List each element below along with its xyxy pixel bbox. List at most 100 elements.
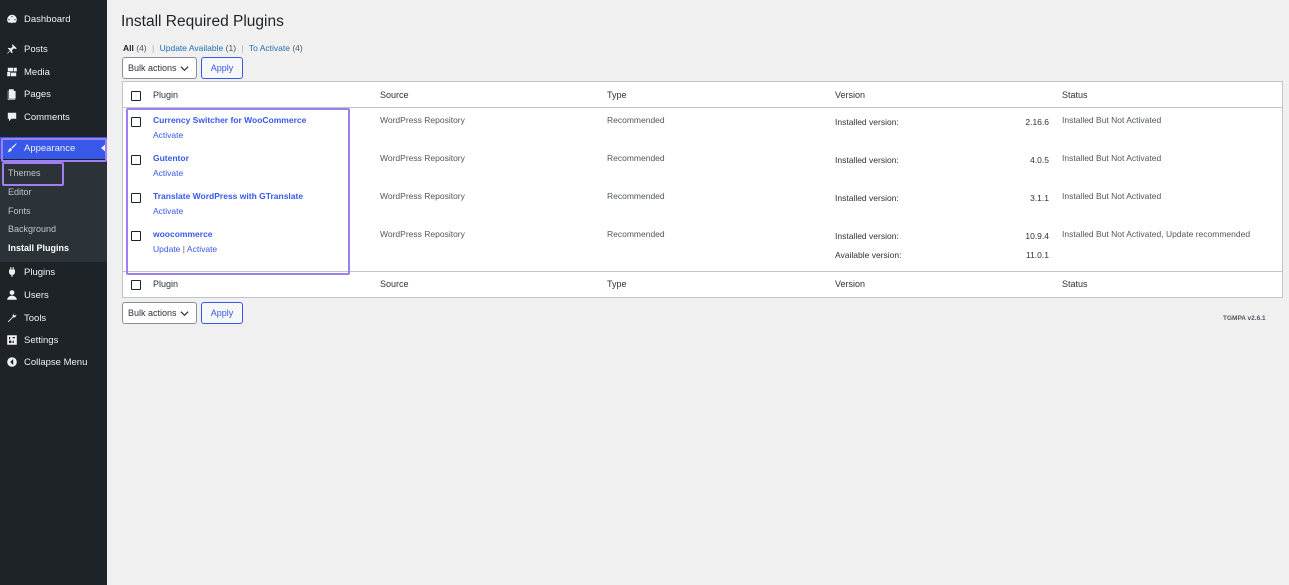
bulk-actions-label: Bulk actions bbox=[128, 63, 177, 73]
pushpin-icon bbox=[0, 38, 24, 60]
sidebar-item-users[interactable]: Users bbox=[0, 284, 107, 306]
action-separator: | bbox=[182, 244, 186, 254]
settings-icon bbox=[0, 329, 24, 351]
sidebar-item-dashboard[interactable]: Dashboard bbox=[0, 8, 107, 30]
column-header-plugin[interactable]: Plugin bbox=[153, 90, 178, 100]
column-header-source: Source bbox=[380, 90, 409, 100]
sidebar-item-label: Settings bbox=[24, 334, 59, 346]
row-checkbox[interactable] bbox=[131, 231, 141, 241]
sidebar-item-collapse-menu[interactable]: Collapse Menu bbox=[0, 351, 107, 373]
table-header: Plugin Source Type Version Status bbox=[123, 82, 1282, 108]
submenu-item-fonts[interactable]: Fonts bbox=[8, 206, 31, 216]
installed-version-label: Installed version: bbox=[835, 155, 899, 165]
table-footer: Plugin Source Type Version Status bbox=[123, 271, 1282, 297]
filter-update-available[interactable]: Update Available bbox=[160, 43, 224, 53]
plugins-table: Plugin Source Type Version Status Curren… bbox=[122, 81, 1283, 298]
submenu-item-editor[interactable]: Editor bbox=[8, 187, 32, 197]
filter-activate-count: (4) bbox=[292, 43, 303, 53]
sidebar-item-label: Users bbox=[24, 289, 49, 301]
installed-version-label: Installed version: bbox=[835, 117, 899, 127]
row-checkbox[interactable] bbox=[131, 193, 141, 203]
plugin-status: Installed But Not Activated bbox=[1062, 153, 1162, 163]
dashboard-icon bbox=[0, 8, 24, 30]
installed-version-label: Installed version: bbox=[835, 231, 899, 241]
available-version-value: 11.0.1 bbox=[1025, 250, 1049, 260]
table-row: Gutentor Activate WordPress Repository R… bbox=[123, 146, 1282, 184]
plugin-source: WordPress Repository bbox=[380, 191, 465, 201]
sidebar-item-media[interactable]: Media bbox=[0, 61, 107, 83]
plugin-name[interactable]: woocommerce bbox=[153, 229, 213, 239]
filter-update-count: (1) bbox=[225, 43, 237, 53]
sidebar-item-label: Appearance bbox=[24, 142, 76, 154]
comment-icon bbox=[0, 106, 24, 128]
column-footer-plugin[interactable]: Plugin bbox=[153, 279, 178, 289]
sidebar-item-plugins[interactable]: Plugins bbox=[0, 261, 107, 283]
plugin-name[interactable]: Gutentor bbox=[153, 153, 189, 163]
column-footer-status: Status bbox=[1062, 279, 1088, 289]
chevron-down-icon bbox=[180, 64, 189, 73]
filter-to-activate[interactable]: To Activate bbox=[249, 43, 290, 53]
select-all-checkbox-footer[interactable] bbox=[131, 280, 141, 290]
apply-button-top[interactable]: Apply bbox=[201, 57, 243, 79]
plugin-source: WordPress Repository bbox=[380, 153, 465, 163]
paintbrush-icon bbox=[0, 137, 24, 159]
activate-link[interactable]: Activate bbox=[153, 130, 183, 140]
sidebar-item-settings[interactable]: Settings bbox=[0, 329, 107, 351]
available-version-label: Available version: bbox=[835, 250, 902, 260]
column-footer-type: Type bbox=[607, 279, 627, 289]
apply-button-bottom[interactable]: Apply bbox=[201, 302, 243, 324]
sidebar-item-label: Posts bbox=[24, 43, 48, 55]
sidebar-item-label: Media bbox=[24, 66, 50, 78]
activate-link[interactable]: Activate bbox=[153, 168, 183, 178]
table-row: Translate WordPress with GTranslate Acti… bbox=[123, 184, 1282, 222]
plugin-name[interactable]: Translate WordPress with GTranslate bbox=[153, 191, 303, 201]
column-header-version: Version bbox=[835, 90, 866, 100]
sidebar-item-tools[interactable]: Tools bbox=[0, 307, 107, 329]
sidebar-item-appearance[interactable]: Appearance bbox=[0, 137, 107, 159]
plugin-filters: All (4) | Update Available (1) | To Acti… bbox=[123, 43, 303, 53]
bulk-actions-select-top[interactable]: Bulk actions bbox=[122, 57, 197, 79]
update-link[interactable]: Update bbox=[153, 244, 180, 254]
pages-icon bbox=[0, 83, 24, 105]
sidebar-item-label: Pages bbox=[24, 88, 51, 100]
installed-version-value: 2.16.6 bbox=[1025, 117, 1049, 127]
installed-version-value: 10.9.4 bbox=[1025, 231, 1049, 241]
column-header-status: Status bbox=[1062, 90, 1088, 100]
activate-link[interactable]: Activate bbox=[153, 206, 183, 216]
plugin-type: Recommended bbox=[607, 191, 665, 201]
submenu-item-themes[interactable]: Themes bbox=[8, 168, 41, 178]
column-footer-source: Source bbox=[380, 279, 409, 289]
table-row: Currency Switcher for WooCommerce Activa… bbox=[123, 108, 1282, 146]
plugin-status: Installed But Not Activated, Update reco… bbox=[1062, 229, 1251, 239]
sidebar-item-label: Plugins bbox=[24, 266, 56, 278]
column-header-type: Type bbox=[607, 90, 627, 100]
plugin-actions: Update | Activate bbox=[153, 244, 217, 254]
plugin-status: Installed But Not Activated bbox=[1062, 191, 1162, 201]
submenu-item-install-plugins[interactable]: Install Plugins bbox=[8, 243, 69, 253]
collapse-icon bbox=[0, 351, 24, 373]
filter-separator: | bbox=[152, 43, 155, 53]
row-checkbox[interactable] bbox=[131, 155, 141, 165]
bulk-actions-select-bottom[interactable]: Bulk actions bbox=[122, 302, 197, 324]
wrench-icon bbox=[0, 307, 24, 329]
row-checkbox[interactable] bbox=[131, 117, 141, 127]
main-content: Install Required Plugins All (4) | Updat… bbox=[107, 0, 1289, 585]
chevron-down-icon bbox=[180, 309, 189, 318]
appearance-submenu: Themes Editor Fonts Background Install P… bbox=[0, 160, 107, 262]
plugin-name[interactable]: Currency Switcher for WooCommerce bbox=[153, 115, 306, 125]
installed-version-value: 4.0.5 bbox=[1030, 155, 1049, 165]
filter-all[interactable]: All bbox=[123, 43, 134, 53]
sidebar-item-comments[interactable]: Comments bbox=[0, 106, 107, 128]
installed-version-label: Installed version: bbox=[835, 193, 899, 203]
activate-link[interactable]: Activate bbox=[187, 244, 217, 254]
user-icon bbox=[0, 284, 24, 306]
sidebar-item-pages[interactable]: Pages bbox=[0, 83, 107, 105]
sidebar-item-posts[interactable]: Posts bbox=[0, 38, 107, 60]
plug-icon bbox=[0, 261, 24, 283]
admin-sidebar: Dashboard Posts Media Pages Comments App… bbox=[0, 0, 107, 585]
column-footer-version: Version bbox=[835, 279, 866, 289]
plugin-actions: Activate bbox=[153, 206, 183, 216]
plugin-type: Recommended bbox=[607, 229, 665, 239]
select-all-checkbox[interactable] bbox=[131, 91, 141, 101]
submenu-item-background[interactable]: Background bbox=[8, 224, 56, 234]
